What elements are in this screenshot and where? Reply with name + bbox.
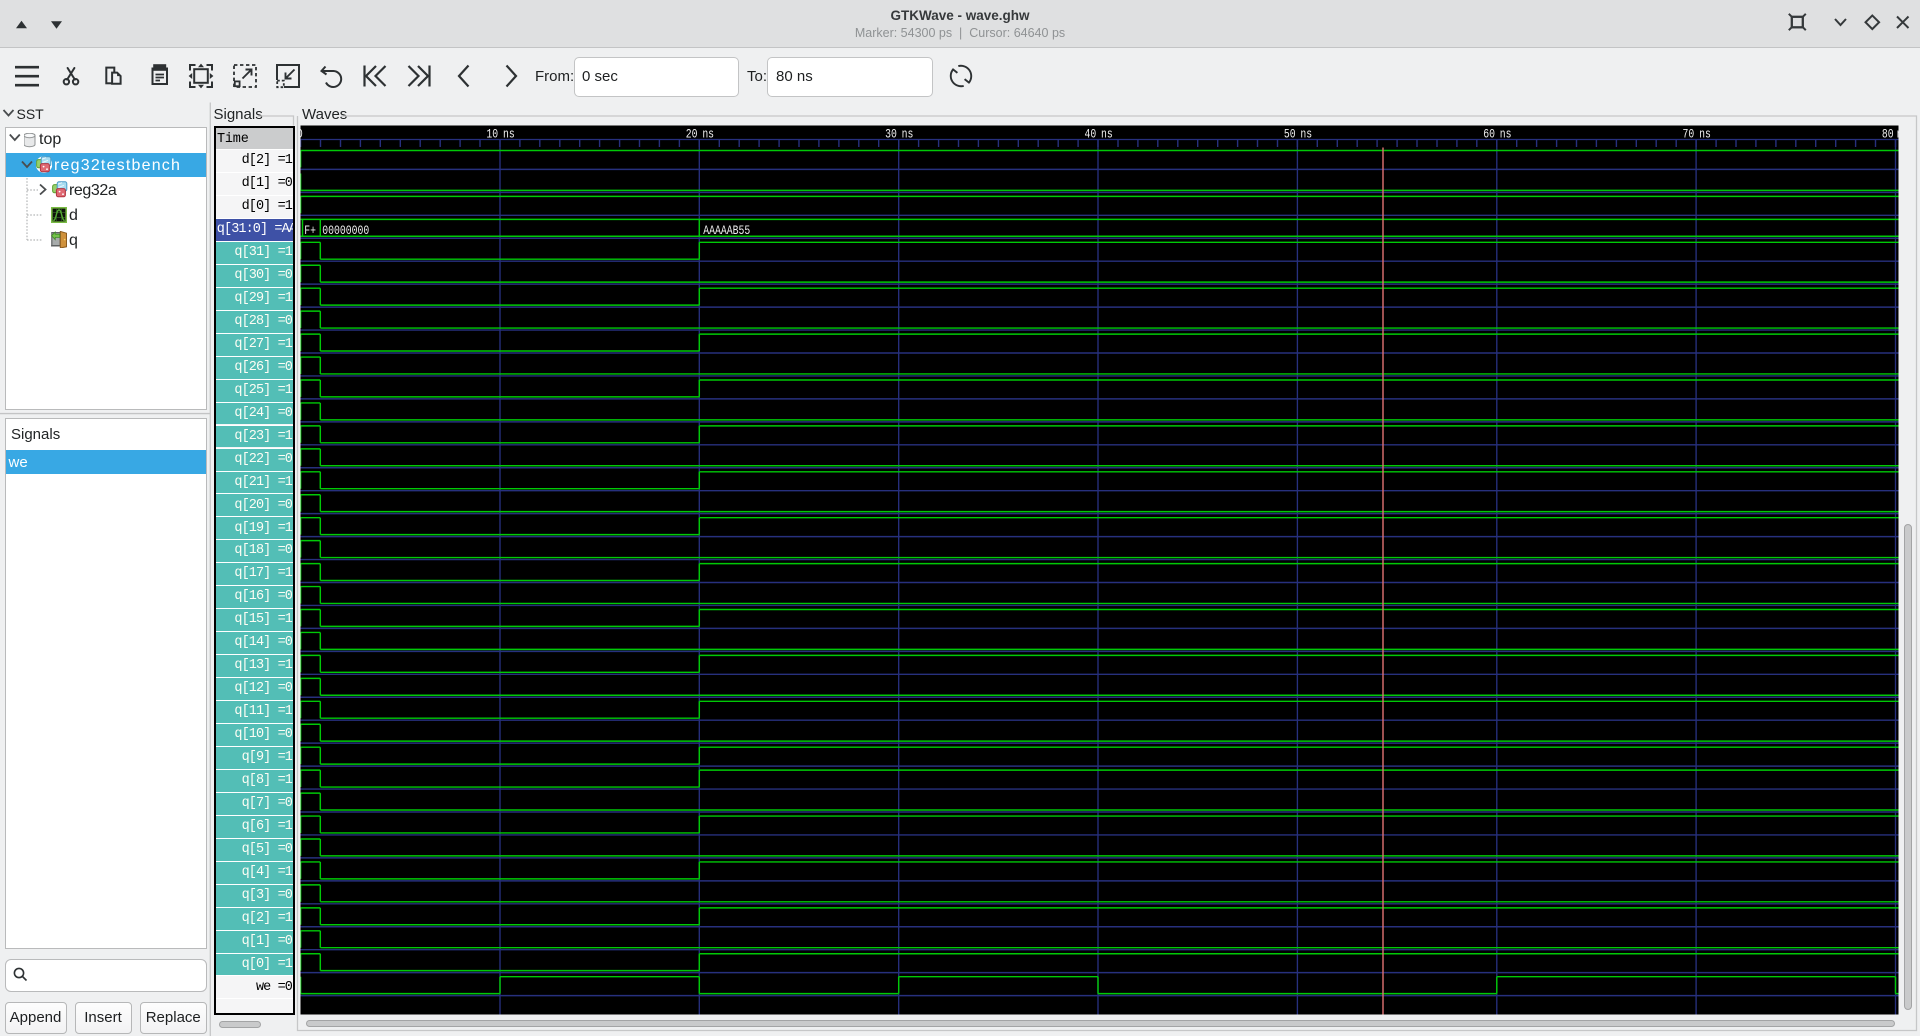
svg-text:ns: ns	[503, 129, 515, 142]
svg-text:70: 70	[1683, 129, 1695, 142]
svg-text:80: 80	[1882, 129, 1894, 142]
svg-text:ns: ns	[1897, 129, 1909, 142]
svg-text:30: 30	[885, 129, 897, 142]
svg-text:60: 60	[1483, 129, 1495, 142]
svg-text:F+: F+	[304, 225, 316, 238]
svg-text:ns: ns	[1699, 129, 1711, 142]
svg-text:50: 50	[1284, 129, 1296, 142]
svg-text:20: 20	[686, 129, 698, 142]
svg-text:00000000: 00000000	[322, 225, 369, 238]
svg-text:40: 40	[1084, 129, 1096, 142]
svg-text:ns: ns	[702, 129, 714, 142]
svg-text:ns: ns	[902, 129, 914, 142]
svg-text:10: 10	[486, 129, 498, 142]
svg-text:AAAAAB55: AAAAAB55	[703, 225, 750, 238]
svg-text:ns: ns	[1300, 129, 1312, 142]
svg-text:ns: ns	[1101, 129, 1113, 142]
svg-text:0: 0	[297, 129, 303, 142]
svg-text:ns: ns	[1500, 129, 1512, 142]
